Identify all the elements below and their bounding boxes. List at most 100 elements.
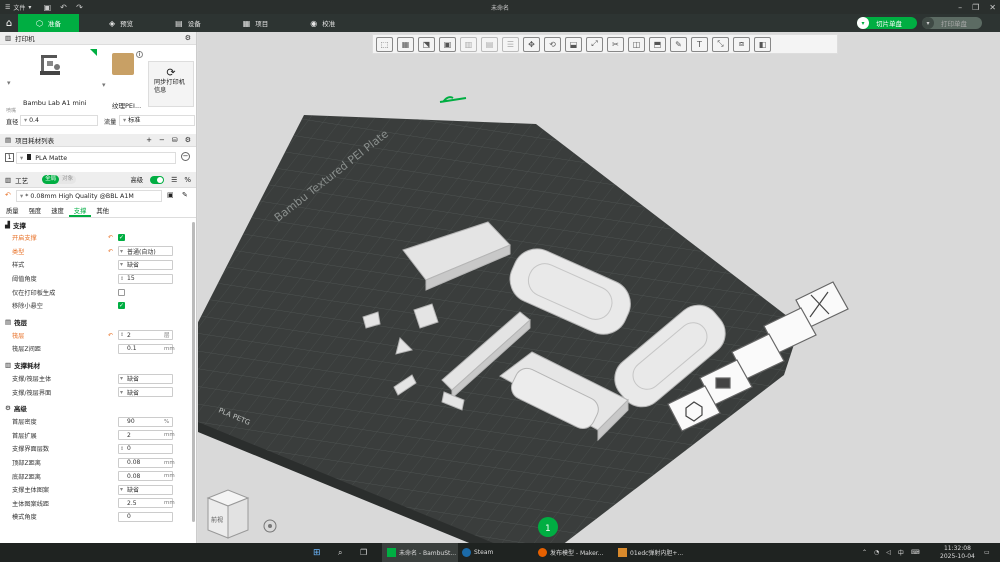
notification-icon[interactable]: ▭ bbox=[984, 543, 990, 562]
search-icon[interactable]: ⌕ bbox=[338, 543, 342, 562]
clock[interactable]: 11:32:08 2025-10-04 bbox=[940, 543, 975, 562]
fit-view-icon[interactable] bbox=[263, 519, 277, 533]
start-icon[interactable]: ⊞ bbox=[313, 543, 321, 562]
remove-icon[interactable]: − bbox=[159, 136, 165, 144]
edit-icon[interactable]: ✎ bbox=[182, 191, 188, 199]
view-cube[interactable]: 前视 bbox=[206, 489, 250, 539]
preset-row: ↶ ▾ * 0.08mm High Quality @BBL A1M ▣ ✎ bbox=[0, 188, 196, 204]
scale-icon[interactable]: ⤢ bbox=[586, 36, 603, 52]
filament-select[interactable]: ▾ PLA Matte bbox=[16, 152, 176, 164]
gear-icon[interactable]: ⚙ bbox=[185, 34, 191, 42]
build-plate-scene[interactable]: Bambu Textured PEI Plate PLA PETG 1 前视 bbox=[198, 32, 1000, 543]
support-style-select[interactable]: ▾ 缺省 bbox=[118, 259, 173, 270]
file-menu[interactable]: ☰ 文件 ▾ bbox=[0, 3, 31, 12]
object-toggle[interactable]: 对象 bbox=[59, 175, 76, 184]
tab-strength[interactable]: 强度 bbox=[24, 204, 47, 217]
slice-plate-button[interactable]: ▾ 切片单盘 bbox=[857, 17, 917, 29]
volume-icon[interactable]: ◁ bbox=[886, 549, 891, 556]
tab-speed[interactable]: 速度 bbox=[46, 204, 69, 217]
gear-icon[interactable]: ⚙ bbox=[185, 136, 191, 144]
reset-icon[interactable]: ↶ bbox=[108, 332, 113, 339]
taskbar-app-bambu[interactable]: 未命名 - BambuSt... bbox=[382, 543, 458, 562]
sync-printer-button[interactable]: ⟳ 同步打印机信息 bbox=[148, 61, 194, 107]
tab-calibration[interactable]: ◉ 校准 bbox=[298, 14, 347, 32]
seam-paint-icon[interactable]: ✎ bbox=[670, 36, 687, 52]
rotate-icon[interactable]: ⟲ bbox=[544, 36, 561, 52]
reset-icon[interactable]: ↶ bbox=[108, 248, 113, 255]
plate-card[interactable]: i ▾ 纹理PEI... bbox=[102, 51, 144, 110]
undo-icon[interactable]: ↶ bbox=[55, 3, 71, 12]
maximize-icon[interactable]: ❐ bbox=[972, 3, 979, 12]
close-icon[interactable]: ✕ bbox=[989, 3, 996, 12]
color-paint-icon[interactable]: ◧ bbox=[754, 36, 771, 52]
network-icon[interactable]: ◔ bbox=[874, 549, 879, 556]
support-type-select[interactable]: ▾ 普通(自动) bbox=[118, 246, 173, 257]
flow-select[interactable]: ▾ 标准 bbox=[119, 115, 195, 126]
on-build-plate-checkbox[interactable] bbox=[118, 288, 125, 296]
task-view-icon[interactable]: ❐ bbox=[360, 543, 367, 562]
assembly-icon[interactable]: ⧈ bbox=[733, 36, 750, 52]
taskbar-app-editor[interactable]: 01edc弹射内胆+... bbox=[618, 543, 683, 562]
reset-icon[interactable]: ↶ bbox=[108, 234, 113, 241]
tab-support[interactable]: 支撑 bbox=[68, 204, 92, 217]
support-interface-filament-select[interactable]: ▾ 缺省 bbox=[118, 387, 173, 398]
taskbar-app-steam[interactable]: Steam bbox=[462, 543, 493, 562]
save-preset-icon[interactable]: ▣ bbox=[167, 191, 174, 199]
setting-select[interactable]: ▾ 缺省 bbox=[118, 484, 173, 495]
tab-project[interactable]: ▦ 项目 bbox=[231, 14, 281, 32]
settings-scroll[interactable]: ▟ 支撑 开启支撑 ↶ ✓ 类型 ↶ ▾ 普通(自动) 样式 ▾ 缺省 阈值角度 ⇕ 15 仅在打印… bbox=[0, 218, 196, 528]
layer-editing-icon[interactable]: ☰ bbox=[502, 36, 519, 52]
add-icon[interactable]: + bbox=[146, 136, 152, 144]
setting-input[interactable]: ⇕ 0 bbox=[118, 443, 173, 454]
steam-icon bbox=[462, 548, 471, 557]
global-toggle[interactable]: 全局 bbox=[42, 175, 60, 184]
3d-viewport[interactable]: Bambu Textured PEI Plate PLA PETG 1 前视 bbox=[198, 32, 1000, 543]
reset-icon[interactable]: ↶ bbox=[5, 191, 11, 199]
enable-support-checkbox[interactable]: ✓ bbox=[118, 234, 125, 242]
home-icon[interactable]: ⌂ bbox=[0, 14, 18, 32]
minimize-icon[interactable]: – bbox=[958, 3, 962, 12]
diameter-select[interactable]: ▾ 0.4 bbox=[20, 115, 98, 126]
threshold-angle-input[interactable]: ⇕ 15 bbox=[118, 273, 173, 284]
ime-icon[interactable]: ⌨ bbox=[911, 549, 920, 556]
clean-icon[interactable]: ⛁ bbox=[172, 136, 178, 144]
split-parts-icon[interactable]: ▤ bbox=[481, 36, 498, 52]
tab-quality[interactable]: 质量 bbox=[0, 204, 24, 217]
list-icon[interactable]: ☰ bbox=[171, 176, 177, 184]
tab-prepare[interactable]: ⬡ 准备 bbox=[18, 14, 79, 32]
support-paint-icon[interactable]: ⬒ bbox=[649, 36, 666, 52]
text-icon[interactable]: T bbox=[691, 36, 708, 52]
percent-icon[interactable]: % bbox=[184, 176, 191, 184]
chevron-down-icon[interactable]: ▾ bbox=[857, 17, 869, 29]
printer-card[interactable]: ▾ Bambu Lab A1 mini bbox=[7, 49, 97, 107]
lay-on-face-icon[interactable]: ⬓ bbox=[565, 36, 582, 52]
process-preset-select[interactable]: ▾ * 0.08mm High Quality @BBL A1M bbox=[16, 190, 162, 202]
add-object-icon[interactable]: ⬚ bbox=[376, 36, 393, 52]
setting-input[interactable]: 0 bbox=[118, 511, 173, 522]
tab-others[interactable]: 其他 bbox=[91, 204, 114, 217]
minus-circle-icon[interactable]: − bbox=[181, 152, 190, 161]
chevron-down-icon[interactable]: ▾ bbox=[922, 17, 934, 29]
cut-icon[interactable]: ✂ bbox=[607, 36, 624, 52]
arrange-all-icon[interactable]: ▣ bbox=[439, 36, 456, 52]
global-object-toggle[interactable]: 全局 对象 bbox=[42, 175, 77, 184]
input-method[interactable]: 中 bbox=[898, 548, 904, 557]
taskbar-app-browser[interactable]: 发布模型 - Maker... bbox=[538, 543, 603, 562]
measure-icon[interactable]: ⤡ bbox=[712, 36, 729, 52]
system-tray[interactable]: ⌃ ◔ ◁ 中 ⌨ bbox=[862, 543, 920, 562]
support-base-filament-select[interactable]: ▾ 缺省 bbox=[118, 373, 173, 384]
split-objects-icon[interactable]: ▥ bbox=[460, 36, 477, 52]
redo-icon[interactable]: ↷ bbox=[71, 3, 87, 12]
remove-small-overhang-checkbox[interactable]: ✓ bbox=[118, 302, 125, 310]
auto-orient-icon[interactable]: ⬔ bbox=[418, 36, 435, 52]
tray-chevron-icon[interactable]: ⌃ bbox=[862, 549, 867, 556]
app-label: Steam bbox=[474, 549, 494, 556]
tab-preview[interactable]: ◈ 预览 bbox=[97, 14, 145, 32]
tab-device[interactable]: ▤ 设备 bbox=[163, 14, 213, 32]
mesh-boolean-icon[interactable]: ◫ bbox=[628, 36, 645, 52]
print-plate-button[interactable]: ▾ 打印单盘 bbox=[922, 17, 982, 29]
add-plate-icon[interactable]: ▦ bbox=[397, 36, 414, 52]
advanced-switch[interactable] bbox=[150, 175, 165, 184]
save-icon[interactable]: ▣ bbox=[39, 3, 55, 12]
move-icon[interactable]: ✥ bbox=[523, 36, 540, 52]
